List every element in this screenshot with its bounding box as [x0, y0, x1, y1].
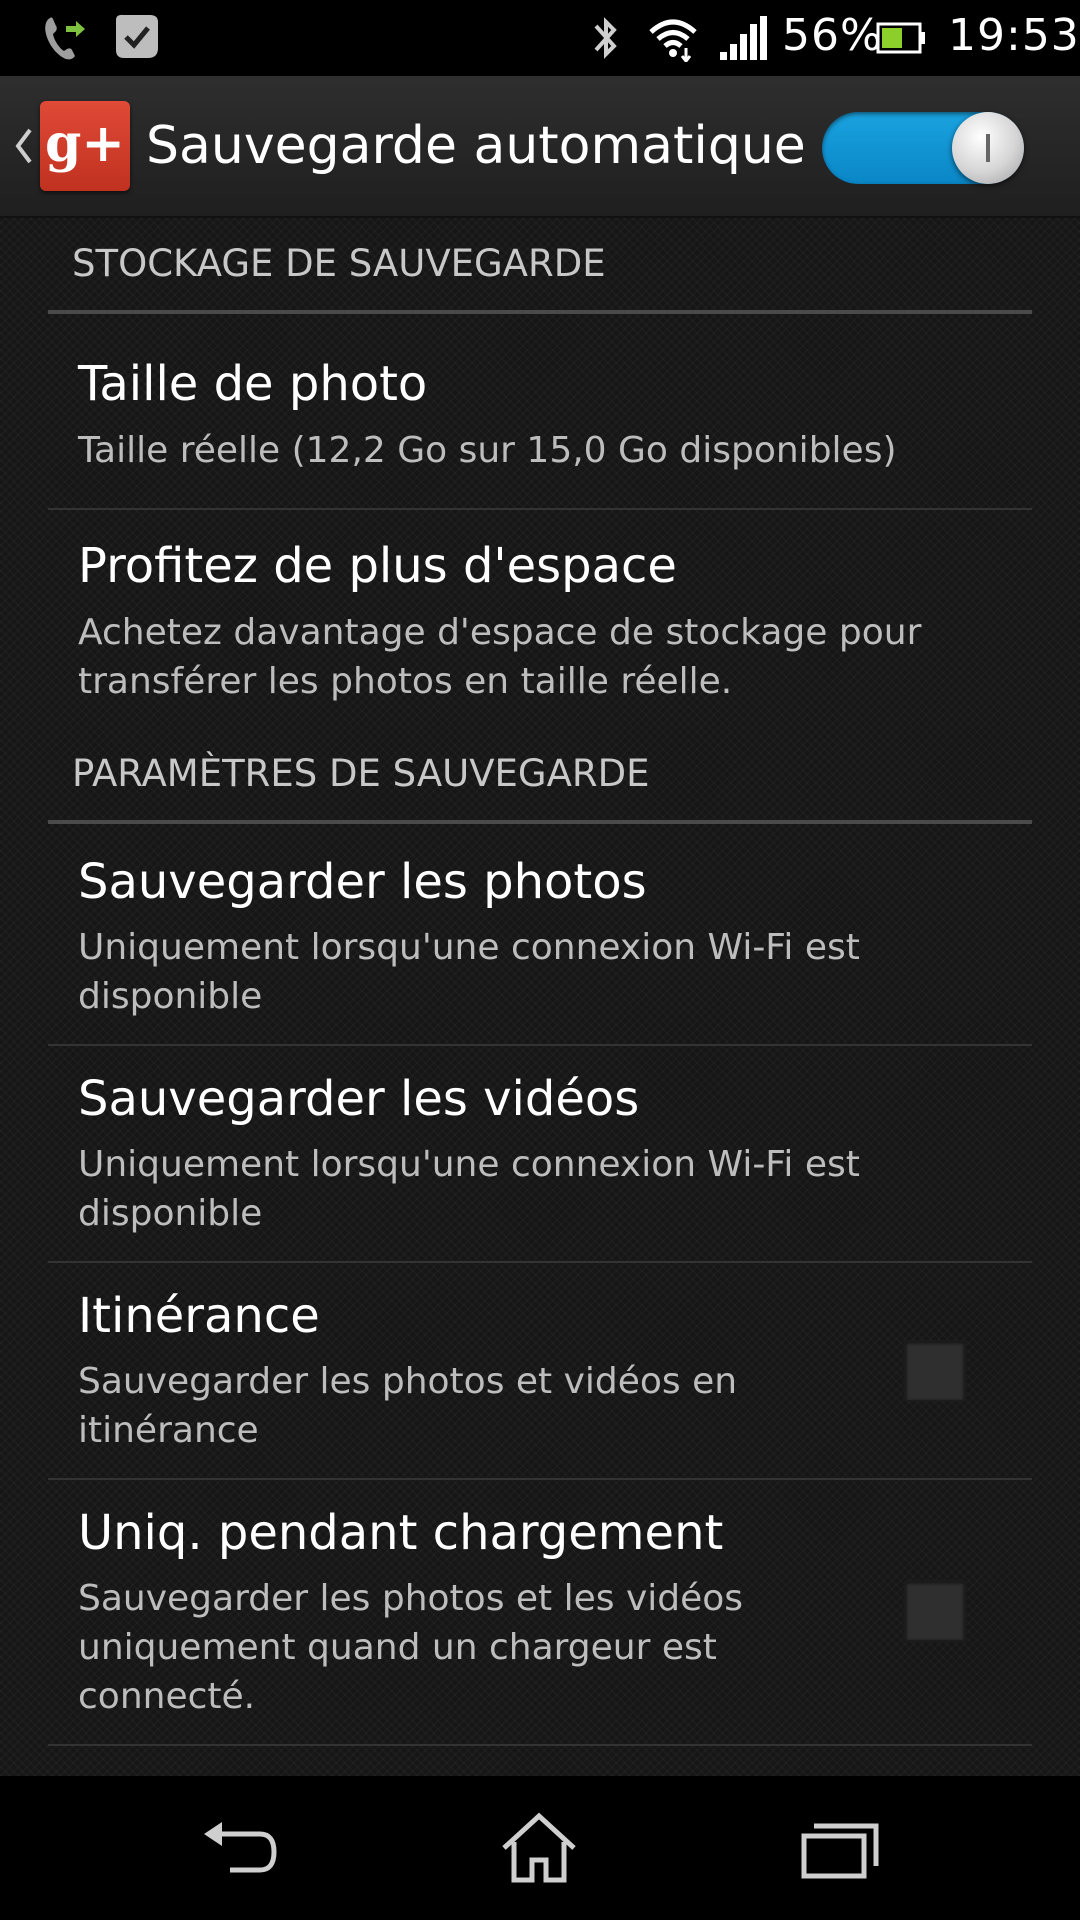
divider [48, 1044, 1032, 1046]
item-summary: Taille réelle (12,2 Go sur 15,0 Go dispo… [78, 430, 897, 471]
item-title: Itinérance [78, 1288, 320, 1344]
section-divider [48, 310, 1032, 314]
item-title: Sauvegarder les photos [78, 854, 647, 910]
section-header-settings: PARAMÈTRES DE SAUVEGARDE [72, 752, 650, 795]
auto-backup-toggle[interactable] [822, 112, 1024, 184]
item-title: Uniq. pendant chargement [78, 1505, 724, 1561]
item-summary: Sauvegarder les photos et vidéos en itin… [78, 1361, 738, 1451]
status-bar: 56% 19:53 [0, 0, 1080, 76]
up-caret-icon[interactable] [12, 124, 34, 168]
settings-list: STOCKAGE DE SAUVEGARDE Taille de photo T… [0, 218, 1080, 1776]
charging-only-checkbox[interactable] [904, 1580, 966, 1642]
task-check-icon [110, 12, 164, 66]
item-title: Profitez de plus d'espace [78, 538, 677, 594]
clock: 19:53 [948, 10, 1080, 61]
battery-percent: 56% [782, 10, 883, 61]
divider [48, 1261, 1032, 1263]
toggle-knob [952, 112, 1024, 184]
item-summary: Achetez davantage d'espace de stockage p… [78, 612, 922, 702]
call-forward-icon [42, 12, 86, 66]
item-title: Sauvegarder les vidéos [78, 1071, 640, 1127]
divider [48, 1744, 1032, 1746]
item-summary: Uniquement lorsqu'une connexion Wi-Fi es… [78, 1144, 860, 1234]
navigation-bar [0, 1776, 1080, 1920]
item-summary: Sauvegarder les photos et les vidéos uni… [78, 1578, 744, 1717]
recent-apps-icon[interactable] [796, 1812, 886, 1884]
section-divider [48, 820, 1032, 824]
roaming-checkbox[interactable] [904, 1340, 966, 1402]
action-bar: g+ Sauvegarde automatique [0, 76, 1080, 218]
divider [48, 508, 1032, 510]
google-plus-logo[interactable]: g+ [40, 101, 130, 191]
back-icon[interactable] [196, 1812, 286, 1884]
logo-text: g+ [45, 113, 125, 174]
screen: 56% 19:53 g+ Sauvegarde automatique STOC… [0, 0, 1080, 1920]
divider [48, 1478, 1032, 1480]
item-summary: Uniquement lorsqu'une connexion Wi-Fi es… [78, 927, 860, 1017]
section-header-storage: STOCKAGE DE SAUVEGARDE [72, 242, 606, 285]
item-title: Taille de photo [78, 356, 428, 412]
page-title: Sauvegarde automatique [146, 116, 806, 176]
home-icon[interactable] [494, 1812, 584, 1884]
